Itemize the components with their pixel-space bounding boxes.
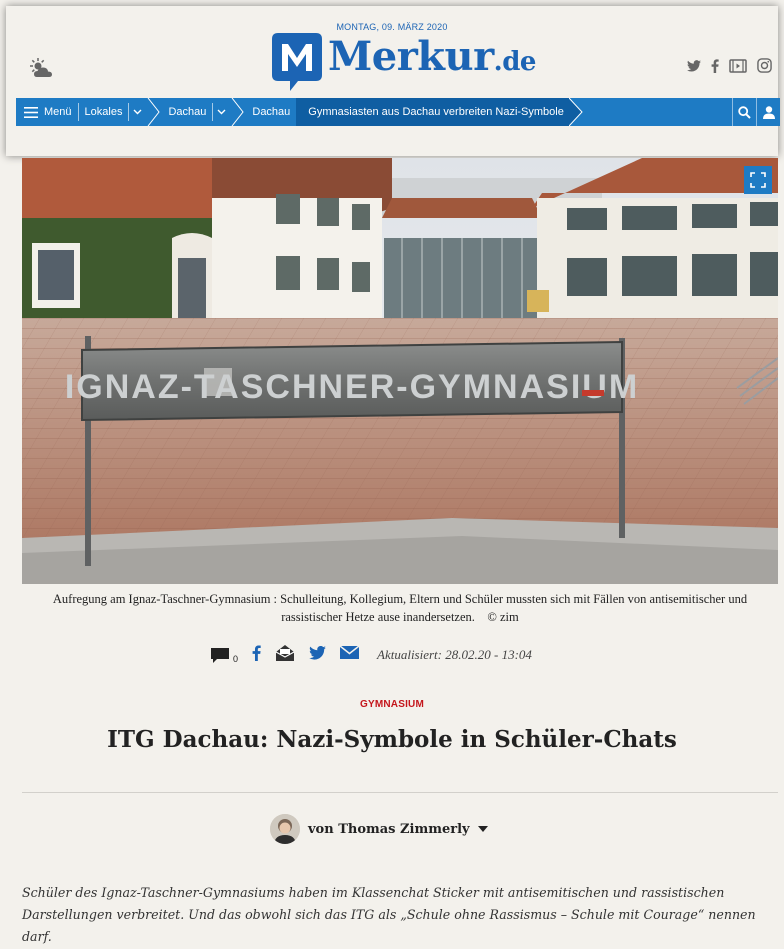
nav-item-dachau[interactable]: Dachau — [162, 98, 212, 126]
user-button[interactable] — [756, 98, 780, 126]
nav-item-lokales[interactable]: Lokales — [79, 98, 129, 126]
headline-divider — [22, 792, 778, 793]
article-kicker: GYMNASIUM — [359, 699, 425, 710]
user-icon — [762, 105, 775, 119]
sun-cloud-icon[interactable] — [30, 58, 54, 80]
article-lead: Schüler des Ignaz-Taschner-Gymnasiums ha… — [22, 885, 756, 944]
twitter-share-icon[interactable] — [309, 645, 326, 665]
menu-label: Menü — [44, 106, 72, 118]
search-button[interactable] — [732, 98, 756, 126]
breadcrumb-arrow-icon — [568, 98, 583, 126]
nav-lokales-label: Lokales — [84, 106, 123, 118]
logo-wordmark: Merkur.de — [328, 33, 536, 86]
nav-dachau-sub-label: Dachau — [252, 106, 291, 118]
nav-current-label: Gymnasiasten aus Dachau verbreiten Nazi-… — [308, 106, 564, 118]
share-bar: 0 Aktualisiert: 28.02.20 - 13:04 — [210, 643, 532, 667]
caption-text: Aufregung am Ignaz-Taschner-Gymnasium : … — [52, 592, 748, 624]
breadcrumb-arrow-icon — [231, 98, 245, 126]
article-headline: ITG Dachau: Nazi-Symbole in Schüler-Chat… — [107, 726, 677, 753]
comments-link[interactable]: 0 — [210, 647, 238, 664]
hamburger-icon — [24, 106, 38, 118]
merkur-logo[interactable]: Merkur.de — [272, 33, 536, 91]
nav-current-article: Gymnasiasten aus Dachau verbreiten Nazi-… — [296, 98, 570, 126]
search-icon — [738, 105, 751, 119]
nav-dachau-label: Dachau — [168, 106, 207, 118]
email-share-icon[interactable] — [339, 645, 360, 664]
menu-button[interactable]: Menü — [16, 98, 78, 126]
nav-actions — [732, 98, 780, 126]
comment-icon — [211, 647, 229, 663]
author-name: von Thomas Zimmerly — [308, 821, 470, 837]
updated-timestamp: Aktualisiert: 28.02.20 - 13:04 — [377, 647, 532, 662]
header-date: MONTAG, 09. MÄRZ 2020 — [336, 22, 448, 32]
facebook-share-icon[interactable] — [252, 644, 261, 666]
facebook-icon[interactable] — [711, 58, 719, 73]
site-header: MONTAG, 09. MÄRZ 2020 Merkur.de Menü Lok… — [6, 6, 780, 156]
expand-button[interactable] — [744, 166, 772, 194]
school-photo: IGNAZ-TASCHNER-GYMNASIUM — [22, 158, 778, 584]
breadcrumb-nav: Menü Lokales Dachau Dachau Gymnasiasten … — [16, 98, 780, 126]
comment-count: 0 — [233, 653, 239, 664]
merkur-m-icon — [272, 33, 322, 91]
chevron-down-icon — [217, 109, 226, 115]
video-icon[interactable] — [729, 58, 747, 73]
expand-icon — [750, 172, 766, 188]
print-share-icon[interactable] — [275, 644, 295, 667]
instagram-icon[interactable] — [757, 58, 772, 73]
image-caption: Aufregung am Ignaz-Taschner-Gymnasium : … — [40, 590, 760, 626]
nav-dropdown-lokales[interactable] — [129, 98, 146, 126]
nav-item-dachau-sub[interactable]: Dachau — [246, 98, 296, 126]
caret-down-icon — [477, 826, 488, 832]
nav-dropdown-dachau[interactable] — [213, 98, 230, 126]
twitter-icon[interactable] — [687, 59, 701, 72]
logo-tld: .de — [493, 47, 537, 77]
author-avatar — [270, 814, 300, 844]
sign-text: IGNAZ-TASCHNER-GYMNASIUM — [65, 368, 639, 406]
breadcrumb-arrow-icon — [148, 98, 161, 126]
logo-brand: Merkur — [328, 33, 494, 80]
social-links — [687, 58, 772, 73]
chevron-down-icon — [133, 109, 142, 115]
author-byline[interactable]: von Thomas Zimmerly — [270, 814, 488, 844]
caption-credit: © zim — [487, 610, 519, 624]
hero-image[interactable]: IGNAZ-TASCHNER-GYMNASIUM — [22, 158, 778, 584]
